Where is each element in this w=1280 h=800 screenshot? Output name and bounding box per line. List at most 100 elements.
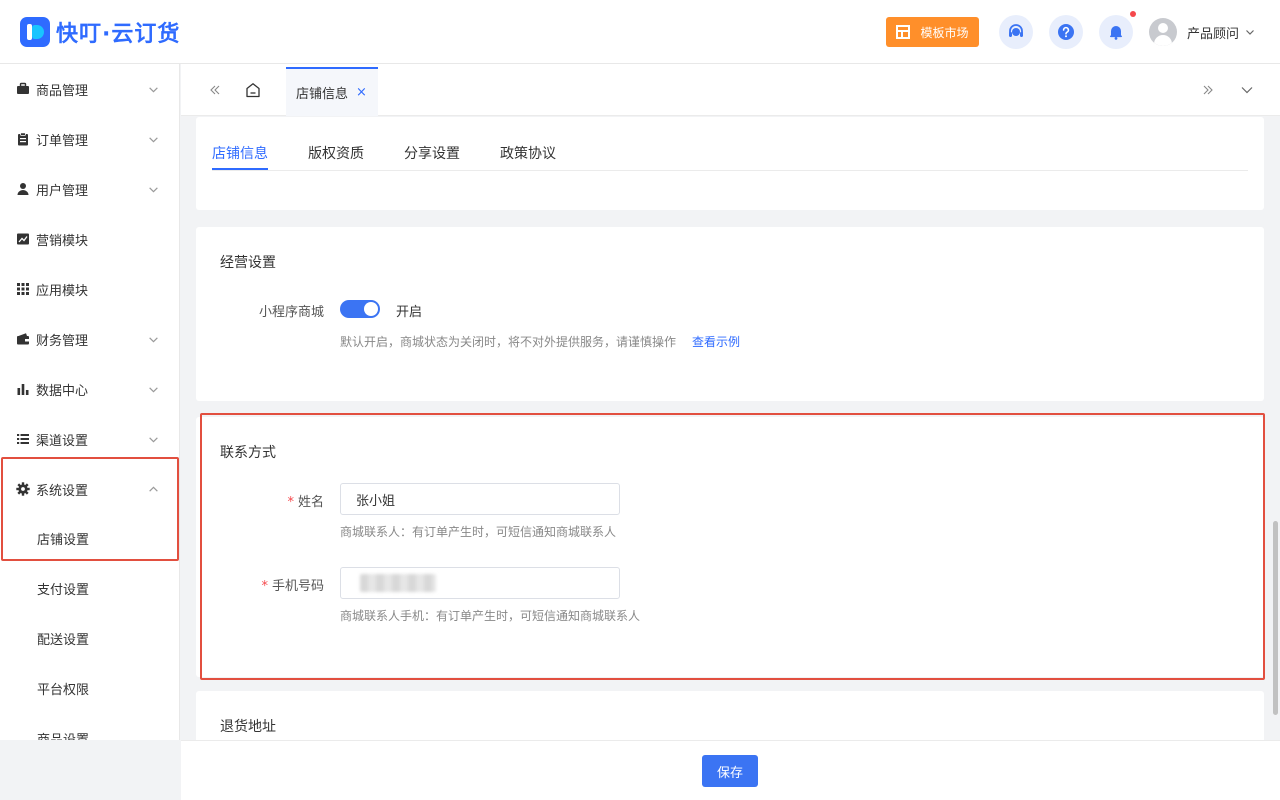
section-title: 退货地址 xyxy=(220,719,276,735)
chevron-down-icon xyxy=(149,336,158,343)
list-icon xyxy=(17,434,29,444)
chevron-down-icon xyxy=(149,136,158,143)
sidebar-item-apps[interactable]: 应用模块 xyxy=(0,264,179,314)
bar-chart-icon xyxy=(17,384,29,395)
chart-line-icon xyxy=(17,233,29,245)
clipboard-icon xyxy=(18,132,28,146)
save-button[interactable]: 保存 xyxy=(702,755,758,787)
template-market-button[interactable]: 模板市场 xyxy=(886,17,979,47)
chevron-down-icon xyxy=(1246,30,1254,35)
tab-label: 店铺信息 xyxy=(296,87,349,102)
sidebar-item-label: 财务管理 xyxy=(36,333,89,349)
tabs-scroll-left-button[interactable] xyxy=(205,80,225,100)
tab-bar: 店铺信息 × xyxy=(181,64,1280,116)
logo-icon xyxy=(20,17,50,47)
user-menu[interactable]: 产品顾问 xyxy=(1149,18,1255,46)
chevron-down-icon xyxy=(149,436,158,443)
contact-name-input[interactable] xyxy=(340,483,620,515)
briefcase-icon xyxy=(17,82,29,94)
home-icon xyxy=(246,83,260,98)
user-name: 产品顾问 xyxy=(1187,26,1240,42)
gear-icon xyxy=(16,482,30,496)
return-address-card: 退货地址 xyxy=(196,691,1264,740)
sidebar-item-finance[interactable]: 财务管理 xyxy=(0,314,179,364)
sub-tab-copyright[interactable]: 版权资质 xyxy=(308,143,364,163)
sidebar-item-orders[interactable]: 订单管理 xyxy=(0,114,179,164)
sidebar-item-label: 数据中心 xyxy=(36,383,89,399)
mini-shop-toggle[interactable] xyxy=(340,300,380,318)
sidebar-subitem-store-settings[interactable]: 店铺设置 xyxy=(0,513,179,563)
sidebar-item-products[interactable]: 商品管理 xyxy=(0,64,179,114)
sub-tab-store-info[interactable]: 店铺信息 xyxy=(212,143,268,163)
footer-bar: 保存 xyxy=(181,740,1280,800)
sub-tab-share-settings[interactable]: 分享设置 xyxy=(404,143,460,163)
sidebar-item-marketing[interactable]: 营销模块 xyxy=(0,214,179,264)
notification-badge xyxy=(1130,11,1136,17)
notifications-button[interactable] xyxy=(1099,15,1133,49)
avatar xyxy=(1149,18,1177,46)
question-icon xyxy=(1058,24,1074,40)
help-button[interactable] xyxy=(1049,15,1083,49)
hint-text: 商城联系人手机：有订单产生时，可短信通知商城联系人 xyxy=(340,609,641,623)
wallet-icon xyxy=(17,333,29,345)
tab-store-info[interactable]: 店铺信息 × xyxy=(286,67,378,116)
chevron-down-icon xyxy=(149,386,158,393)
field-label: * 姓名 xyxy=(287,495,324,510)
close-icon[interactable]: × xyxy=(356,86,367,99)
tabs-dropdown-button[interactable] xyxy=(1237,80,1257,100)
sidebar-subitem-label: 平台权限 xyxy=(37,682,90,698)
view-example-link[interactable]: 查看示例 xyxy=(692,335,740,349)
grid-icon xyxy=(17,283,29,295)
chevron-down-icon xyxy=(149,186,158,193)
sidebar-item-label: 订单管理 xyxy=(36,133,89,149)
headset-icon xyxy=(1009,24,1023,37)
app-logo[interactable]: 快叮·云订货 xyxy=(20,17,180,47)
app-name: 快叮·云订货 xyxy=(56,22,181,47)
sidebar-item-label: 营销模块 xyxy=(36,233,89,249)
field-label: 小程序商城 xyxy=(258,305,324,320)
sidebar: 商品管理 订单管理 用户管理 营销模块 应用模块 财务管理 数据中心 渠道设置 … xyxy=(0,64,180,740)
sidebar-item-label: 应用模块 xyxy=(36,283,89,299)
toggle-status-label: 开启 xyxy=(396,305,423,320)
template-market-label: 模板市场 xyxy=(920,25,969,40)
sidebar-subitem-label: 配送设置 xyxy=(37,632,90,648)
sidebar-subitem-platform-permissions[interactable]: 平台权限 xyxy=(0,663,179,713)
home-button[interactable] xyxy=(243,80,263,100)
main-content: 店铺信息 版权资质 分享设置 政策协议 经营设置 小程序商城 开启 默认开启，商… xyxy=(181,117,1280,740)
customer-service-button[interactable] xyxy=(999,15,1033,49)
hint-text: 商城联系人：有订单产生时，可短信通知商城联系人 xyxy=(340,525,617,539)
sidebar-subitem-delivery-settings[interactable]: 配送设置 xyxy=(0,613,179,663)
top-header: 快叮·云订货 模板市场 产品顾问 xyxy=(0,0,1280,64)
blurred-phone-value xyxy=(360,574,436,592)
sub-tabs: 店铺信息 版权资质 分享设置 政策协议 xyxy=(212,131,1248,171)
sidebar-subitem-product-settings[interactable]: 商品设置 xyxy=(0,713,179,741)
sidebar-item-system-settings[interactable]: 系统设置 xyxy=(0,464,179,514)
sidebar-item-label: 商品管理 xyxy=(36,83,89,99)
sidebar-subitem-label: 支付设置 xyxy=(37,582,90,598)
hint-text: 默认开启，商城状态为关闭时，将不对外提供服务，请谨慎操作 查看示例 xyxy=(340,335,741,349)
sub-tab-policy[interactable]: 政策协议 xyxy=(500,143,556,163)
sidebar-item-users[interactable]: 用户管理 xyxy=(0,164,179,214)
sidebar-subitem-label: 店铺设置 xyxy=(37,532,90,548)
template-icon xyxy=(896,25,911,39)
sub-tabs-card: 店铺信息 版权资质 分享设置 政策协议 xyxy=(196,117,1264,210)
user-icon xyxy=(17,183,29,195)
sidebar-subitem-payment-settings[interactable]: 支付设置 xyxy=(0,563,179,613)
chevron-down-icon xyxy=(149,86,158,93)
scrollbar-thumb[interactable] xyxy=(1273,521,1278,715)
bell-icon xyxy=(1110,26,1122,40)
section-title: 经营设置 xyxy=(220,255,276,271)
field-label: * 手机号码 xyxy=(261,579,324,594)
chevron-down-icon xyxy=(1241,87,1253,94)
sidebar-item-data-center[interactable]: 数据中心 xyxy=(0,364,179,414)
sidebar-item-label: 系统设置 xyxy=(36,483,89,499)
section-title: 联系方式 xyxy=(220,445,276,461)
active-tab-indicator xyxy=(212,168,268,170)
tabs-scroll-right-button[interactable] xyxy=(1198,80,1218,100)
sidebar-item-label: 用户管理 xyxy=(36,183,89,199)
sidebar-item-channels[interactable]: 渠道设置 xyxy=(0,414,179,464)
double-chevron-right-icon xyxy=(1203,85,1213,95)
scrollbar[interactable] xyxy=(1271,117,1279,740)
chevron-up-icon xyxy=(149,485,158,492)
sidebar-subitem-label: 商品设置 xyxy=(37,732,90,741)
